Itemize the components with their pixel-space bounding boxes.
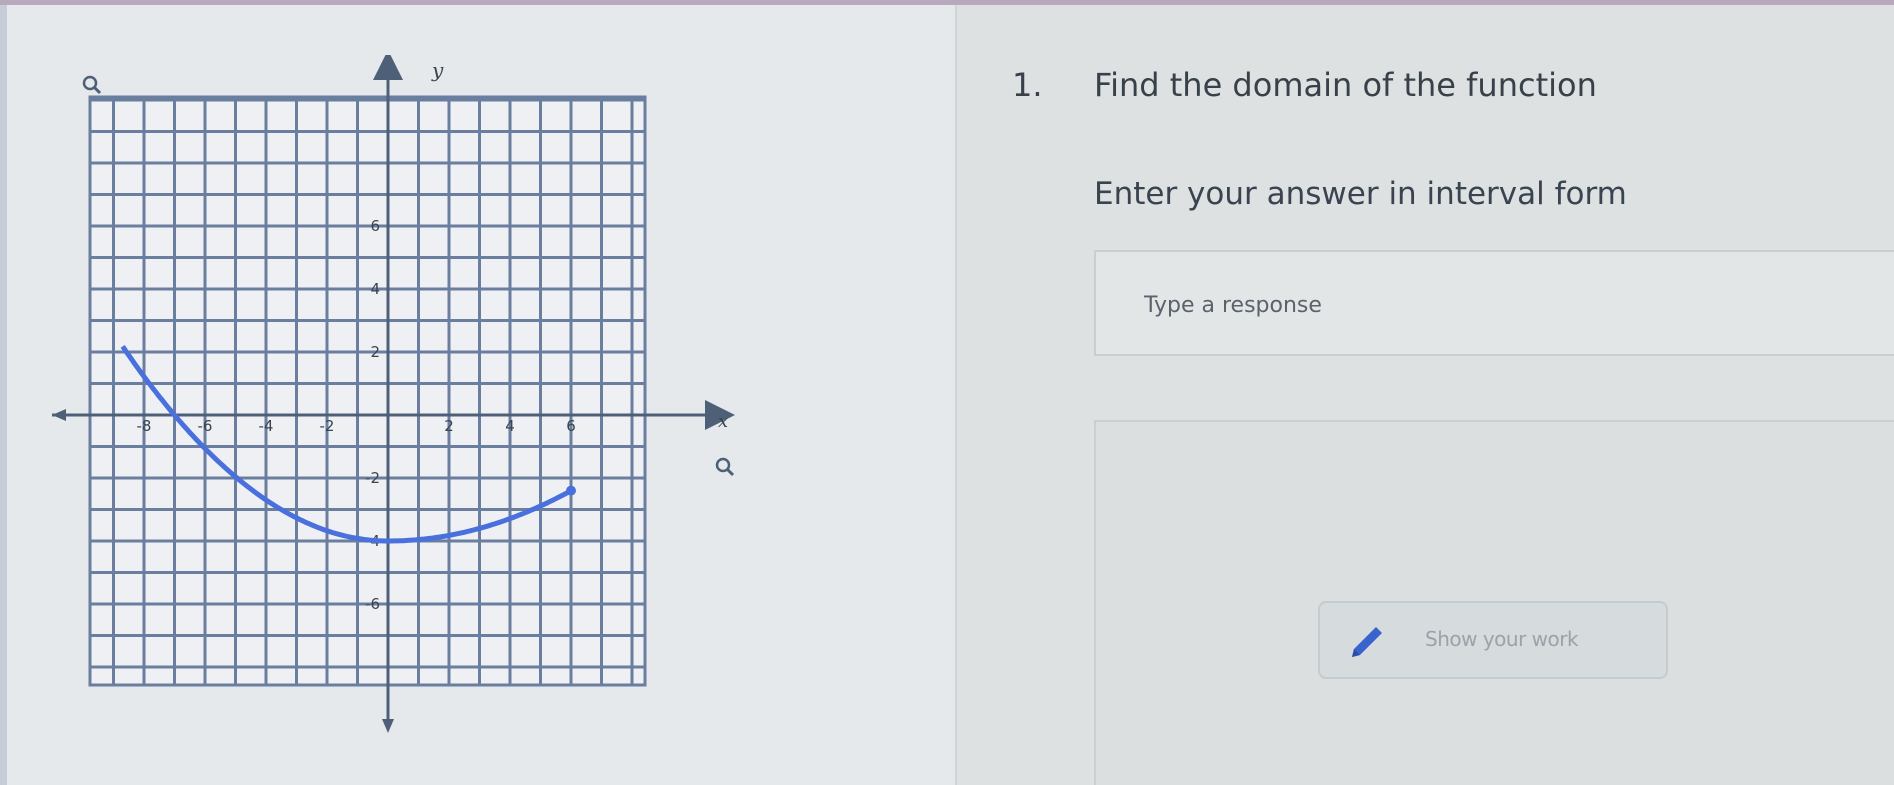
answer-instruction: Enter your answer in interval form <box>1094 176 1627 212</box>
y-tick-label: 6 <box>370 217 380 235</box>
zoom-in-icon[interactable] <box>82 75 102 95</box>
y-tick-label: -6 <box>365 595 380 613</box>
y-axis-down-arrowhead <box>382 719 394 733</box>
x-tick-label: 6 <box>566 417 576 435</box>
x-axis-left-arrowhead <box>52 409 66 421</box>
question-number: 1. <box>1012 66 1043 104</box>
response-input[interactable] <box>1142 286 1746 324</box>
zoom-out-icon[interactable] <box>715 457 735 477</box>
response-box <box>1094 250 1894 356</box>
x-tick-label: -4 <box>259 417 274 435</box>
y-tick-label: 2 <box>370 343 380 361</box>
curve-endpoint <box>566 485 576 496</box>
x-tick-label: -8 <box>137 417 152 435</box>
x-axis-label: x <box>718 411 728 432</box>
panel-edge <box>0 5 7 785</box>
x-tick-label: 2 <box>444 417 454 435</box>
y-tick-label: -2 <box>365 469 380 487</box>
show-your-work-label: Show your work <box>1425 627 1579 651</box>
function-graph: -8 -6 -4 -2 2 4 6642-2-4-6 y x <box>52 55 735 733</box>
x-tick-label: -6 <box>198 417 213 435</box>
y-axis-label: y <box>431 58 444 82</box>
question-text: Find the domain of the function <box>1094 66 1597 104</box>
x-tick-label: 4 <box>505 417 515 435</box>
show-your-work-button[interactable]: Show your work <box>1318 601 1668 679</box>
pencil-icon <box>1346 623 1386 667</box>
x-tick-label: -2 <box>320 417 335 435</box>
y-tick-label: 4 <box>370 280 380 298</box>
